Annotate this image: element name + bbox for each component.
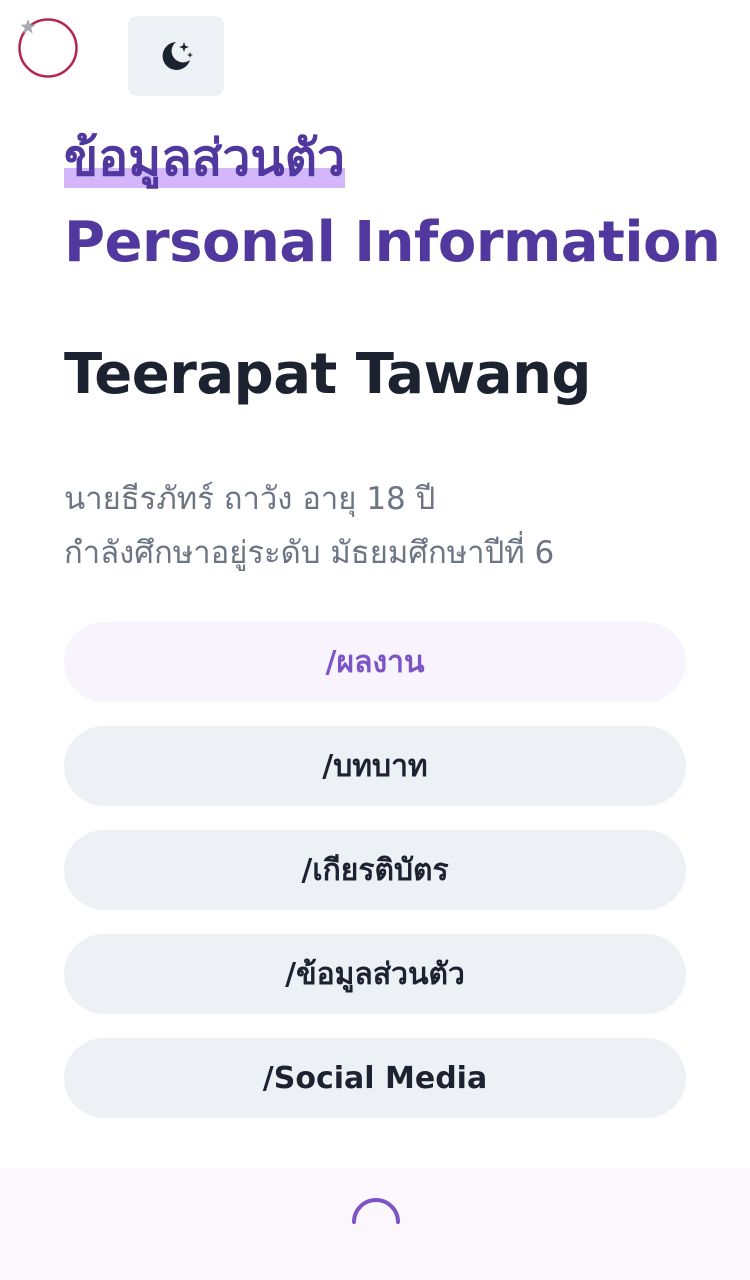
nav-button-roles[interactable]: /บทบาท	[64, 726, 686, 806]
profile-name: Teerapat Tawang	[64, 342, 592, 407]
nav-menu: /ผลงาน /บทบาท /เกียรติบัตร /ข้อมูลส่วนตั…	[64, 622, 686, 1142]
theme-toggle-button[interactable]	[128, 16, 224, 96]
logo-icon[interactable]	[14, 14, 82, 82]
page-title-thai: ข้อมูลส่วนตัว	[64, 129, 346, 188]
profile-description: นายธีรภัทร์ ถาวัง อายุ 18 ปี กำลังศึกษาอ…	[64, 472, 554, 580]
moon-stars-icon	[162, 42, 193, 70]
nav-button-social-media[interactable]: /Social Media	[64, 1038, 686, 1118]
nav-button-personal-info[interactable]: /ข้อมูลส่วนตัว	[64, 934, 686, 1014]
loading-spinner-icon	[348, 1196, 404, 1252]
nav-button-works[interactable]: /ผลงาน	[64, 622, 686, 702]
nav-button-certificates[interactable]: /เกียรติบัตร	[64, 830, 686, 910]
profile-line-1: นายธีรภัทร์ ถาวัง อายุ 18 ปี	[64, 481, 436, 517]
page-title-english: Personal Information	[64, 210, 721, 275]
profile-line-2: กำลังศึกษาอยู่ระดับ มัธยมศึกษาปีที่ 6	[64, 535, 555, 571]
